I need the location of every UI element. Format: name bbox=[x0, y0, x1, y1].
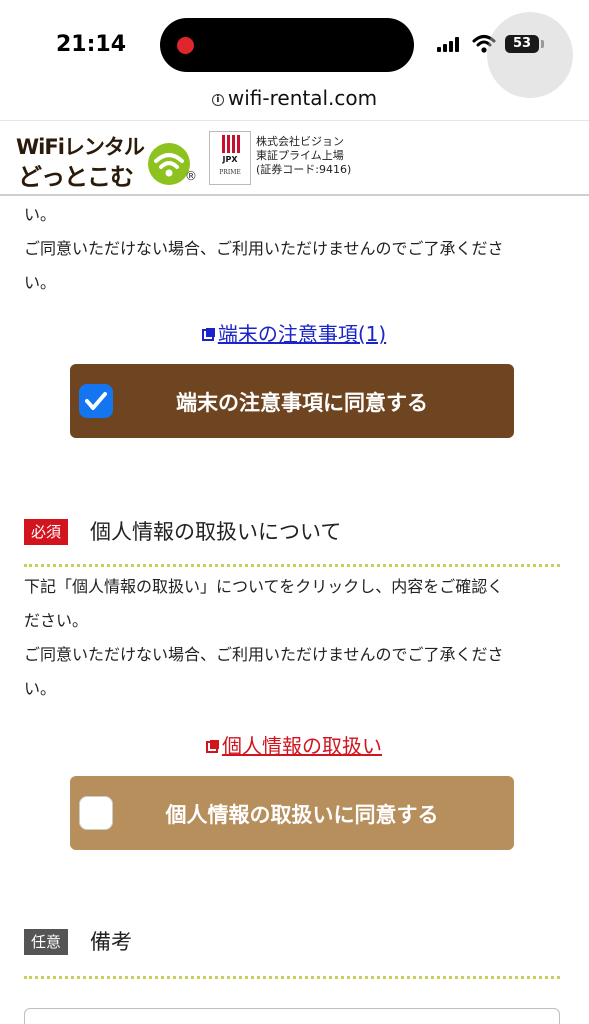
privacy-link-row: 個人情報の取扱い bbox=[24, 730, 564, 759]
jpx-label: JPX bbox=[222, 155, 238, 164]
battery-icon: 53 bbox=[505, 35, 539, 53]
device-notice-agree-label: 端末の注意事項に同意する bbox=[176, 391, 428, 415]
privacy-checkbox[interactable] bbox=[79, 796, 113, 830]
recording-indicator-icon bbox=[177, 37, 194, 54]
text-line: ご同意いただけない場合、ご利用いただけませんのでご了承くださ bbox=[24, 239, 504, 258]
privacy-policy-link[interactable]: 個人情報の取扱い bbox=[206, 734, 382, 758]
device-notice-agree-button[interactable]: 端末の注意事項に同意する bbox=[70, 364, 514, 438]
privacy-policy-link-label[interactable]: 個人情報の取扱い bbox=[222, 734, 382, 758]
url-text[interactable]: wifi-rental.com bbox=[228, 86, 377, 110]
privacy-notice-text: 下記「個人情報の取扱い」についてをクリックし、内容をご確認く ださい。 ご同意い… bbox=[24, 570, 564, 706]
site-header: WiFiレンタル どっとこむ ® JPX PRIME 株式会社ビジョン 東証プラ… bbox=[0, 120, 589, 196]
text-line: ご同意いただけない場合、ご利用いただけませんのでご了承くださ bbox=[24, 645, 504, 664]
company-stock-code: (証券コード:9416) bbox=[256, 163, 352, 176]
dynamic-island bbox=[160, 18, 414, 72]
device-notice-text: い。 ご同意いただけない場合、ご利用いただけませんのでご了承くださ い。 bbox=[24, 198, 564, 300]
company-listing: 東証プライム上場 bbox=[256, 149, 344, 162]
info-icon[interactable]: i bbox=[211, 94, 224, 106]
required-badge: 必須 bbox=[24, 519, 69, 545]
external-window-icon bbox=[206, 740, 219, 753]
company-name: 株式会社ビジョン bbox=[256, 135, 344, 148]
device-notice-link-label[interactable]: 端末の注意事項(1) bbox=[218, 322, 386, 346]
text-line: い。 bbox=[24, 679, 57, 698]
device-notice-link[interactable]: 端末の注意事項(1) bbox=[201, 322, 386, 346]
text-line: い。 bbox=[24, 205, 57, 224]
remarks-textarea[interactable] bbox=[24, 1008, 560, 1024]
device-notice-link-row: 端末の注意事項(1) bbox=[24, 318, 564, 347]
logo-line-2: どっとこむ bbox=[18, 163, 134, 191]
privacy-agree-button[interactable]: 個人情報の取扱いに同意する bbox=[70, 776, 514, 850]
remarks-section-title: 備考 bbox=[90, 930, 132, 954]
address-bar[interactable]: i wifi-rental.com bbox=[0, 86, 589, 118]
device-notice-checkbox[interactable] bbox=[79, 384, 113, 418]
company-info: 株式会社ビジョン 東証プライム上場 (証券コード:9416) bbox=[256, 135, 351, 177]
site-logo[interactable]: WiFiレンタル どっとこむ bbox=[16, 129, 190, 191]
section-divider bbox=[24, 564, 560, 567]
jpx-prime-label: PRIME bbox=[219, 169, 241, 176]
registered-mark: ® bbox=[185, 169, 197, 183]
privacy-agree-label: 個人情報の取扱いに同意する bbox=[165, 803, 439, 827]
external-window-icon bbox=[201, 328, 215, 341]
jpx-prime-logo: JPX PRIME bbox=[209, 131, 251, 185]
privacy-section-title: 個人情報の取扱いについて bbox=[90, 520, 342, 544]
cellular-signal-icon bbox=[437, 37, 463, 52]
text-line: ださい。 bbox=[24, 611, 89, 630]
check-icon bbox=[85, 392, 107, 410]
jpx-bars-icon bbox=[222, 135, 240, 153]
section-divider bbox=[24, 976, 560, 979]
privacy-section-header: 必須 個人情報の取扱いについて bbox=[24, 514, 564, 562]
status-time: 21:14 bbox=[56, 32, 127, 57]
status-bar: 21:14 53 bbox=[0, 0, 589, 98]
battery-tip bbox=[541, 40, 544, 48]
text-line: 下記「個人情報の取扱い」についてをクリックし、内容をご確認く bbox=[24, 577, 504, 596]
remarks-section-header: 任意 備考 bbox=[24, 924, 564, 972]
optional-badge: 任意 bbox=[24, 929, 69, 955]
text-line: い。 bbox=[24, 273, 57, 292]
